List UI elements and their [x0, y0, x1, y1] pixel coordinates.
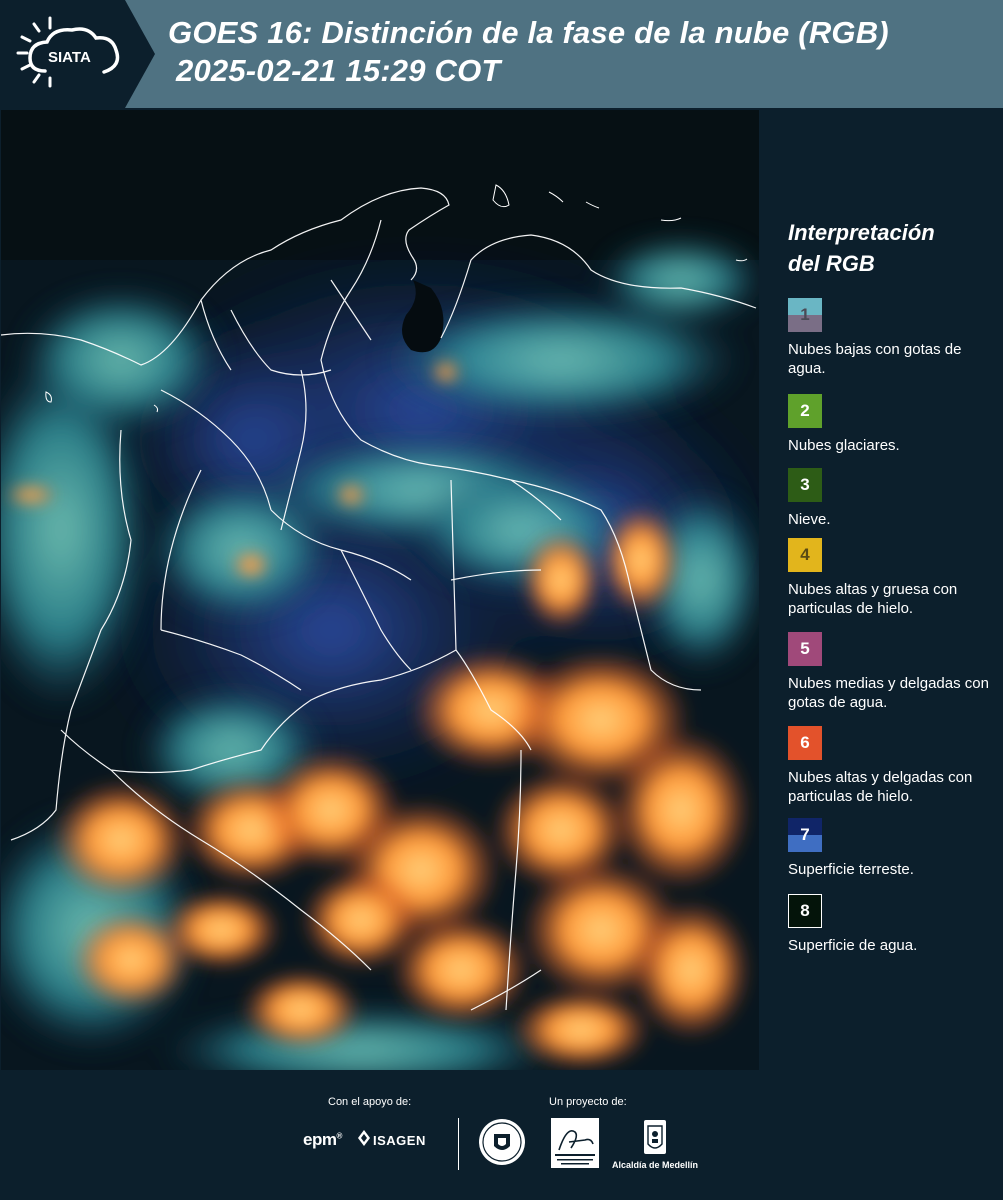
registered-mark: ® — [336, 1131, 342, 1141]
legend-label-8: Superficie de agua. — [788, 937, 918, 954]
legend-item-8: 8 Superficie de agua. — [788, 894, 998, 955]
legend-title: Interpretación del RGB — [788, 217, 935, 279]
legend-item-7: 7 Superficie terreste. — [788, 818, 998, 879]
legend-item-2: 2 Nubes glaciares. — [788, 394, 998, 455]
legend-label-5: Nubes medias y delgadas con gotas de agu… — [788, 675, 989, 711]
satellite-map-svg — [1, 110, 759, 1070]
project-label: Un proyecto de: — [549, 1096, 627, 1108]
legend-title-line1: Interpretación — [788, 220, 935, 245]
legend-number-5: 5 — [800, 639, 810, 658]
legend-number-1: 1 — [800, 305, 810, 324]
legend-swatch-7: 7 — [788, 818, 822, 852]
legend-label-7: Superficie terreste. — [788, 861, 914, 878]
title-product: GOES 16: Distinción de la fase de la nub… — [168, 15, 889, 50]
legend-swatch-3: 3 — [788, 468, 822, 502]
university-seal-icon[interactable] — [478, 1118, 526, 1166]
epm-logo[interactable]: epm® — [303, 1130, 342, 1150]
legend-item-1: 1 Nubes bajas con gotas de agua. — [788, 298, 998, 378]
alcaldia-logo-text[interactable]: Alcaldía de Medellín — [612, 1160, 698, 1170]
legend-number-2: 2 — [800, 401, 810, 420]
legend-label-3: Nieve. — [788, 511, 831, 528]
legend-number-3: 3 — [800, 475, 810, 494]
support-label: Con el apoyo de: — [328, 1096, 412, 1108]
legend-label-2: Nubes glaciares. — [788, 437, 900, 454]
epm-logo-text: epm — [303, 1130, 337, 1149]
legend-swatch-6: 6 — [788, 726, 822, 760]
area-metropolitana-logo[interactable] — [551, 1118, 599, 1168]
medellin-crest-icon[interactable] — [642, 1118, 668, 1158]
page-title: GOES 16: Distinción de la fase de la nub… — [168, 14, 889, 90]
legend-label-1: Nubes bajas con gotas de agua. — [788, 341, 962, 377]
legend-swatch-4: 4 — [788, 538, 822, 572]
siata-logo-text: SIATA — [48, 49, 91, 66]
legend-label-4: Nubes altas y gruesa con particulas de h… — [788, 581, 958, 617]
legend-number-7: 7 — [800, 825, 810, 844]
legend-swatch-8: 8 — [788, 894, 822, 928]
title-timestamp: 2025-02-21 15:29 COT — [176, 53, 501, 88]
header-bar: SIATA GOES 16: Distinción de la fase de … — [0, 0, 1003, 108]
satellite-rgb-map[interactable] — [1, 110, 759, 1070]
legend-item-6: 6 Nubes altas y delgadas con particulas … — [788, 726, 998, 806]
footer-divider — [458, 1118, 459, 1170]
legend-item-5: 5 Nubes medias y delgadas con gotas de a… — [788, 632, 998, 712]
legend-label-6: Nubes altas y delgadas con particulas de… — [788, 769, 973, 805]
legend-number-4: 4 — [800, 545, 810, 564]
legend-swatch-5: 5 — [788, 632, 822, 666]
isagen-logo[interactable]: ISAGEN — [373, 1133, 426, 1148]
legend-item-4: 4 Nubes altas y gruesa con particulas de… — [788, 538, 998, 618]
legend-title-line2: del RGB — [788, 251, 875, 276]
footer: Con el apoyo de: Un proyecto de: epm® IS… — [0, 1070, 1003, 1200]
legend-number-8: 8 — [800, 901, 810, 920]
isagen-mark-icon — [358, 1130, 370, 1146]
legend-swatch-2: 2 — [788, 394, 822, 428]
legend-item-3: 3 Nieve. — [788, 468, 998, 529]
siata-logo[interactable]: SIATA — [0, 0, 155, 108]
legend-swatch-1: 1 — [788, 298, 822, 332]
legend-number-6: 6 — [800, 733, 810, 752]
